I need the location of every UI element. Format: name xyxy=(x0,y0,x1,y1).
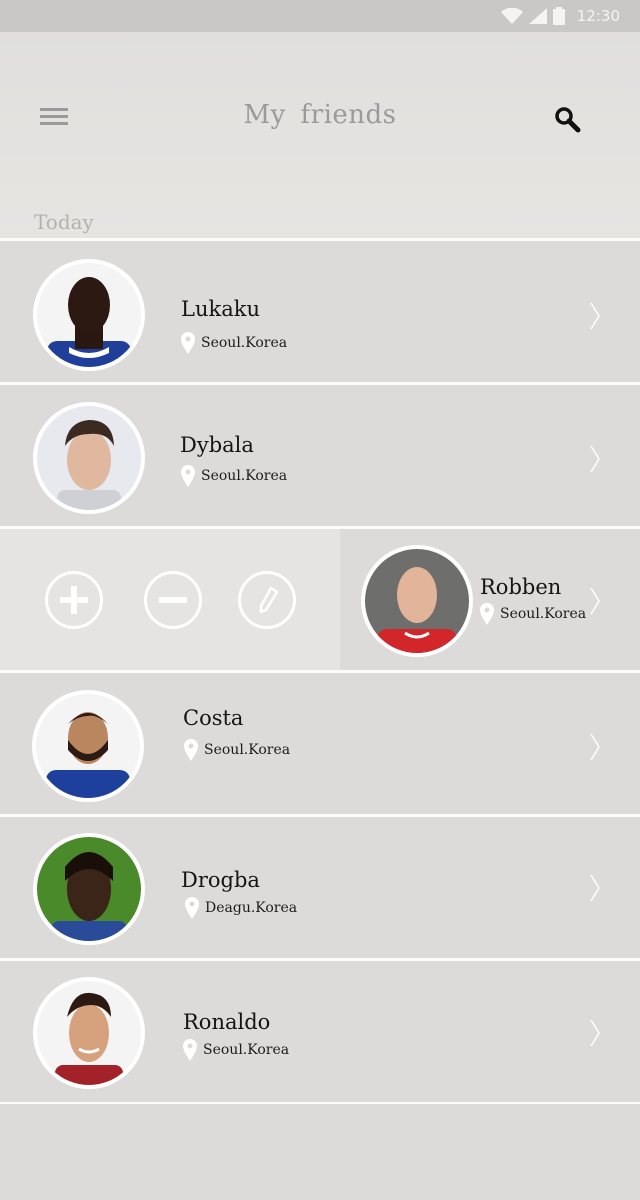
location-text: Seoul.Korea xyxy=(201,468,288,484)
chevron-right-icon[interactable] xyxy=(588,444,602,474)
friend-name: Robben xyxy=(480,575,562,599)
section-label-today: Today xyxy=(34,210,94,234)
friend-location: Seoul.Korea xyxy=(181,332,287,354)
friend-row-costa[interactable]: Costa Seoul.Korea xyxy=(0,673,640,814)
chevron-right-icon[interactable] xyxy=(588,1018,602,1048)
signal-icon xyxy=(528,8,547,24)
location-text: Seoul.Korea xyxy=(500,606,587,622)
minus-icon xyxy=(159,597,187,603)
remove-friend-button[interactable] xyxy=(144,571,202,629)
avatar xyxy=(33,833,145,945)
battery-icon xyxy=(552,7,565,25)
swipe-actions xyxy=(0,529,340,670)
friend-row-lukaku[interactable]: Lukaku Seoul.Korea xyxy=(0,241,640,382)
friend-location: Seoul.Korea xyxy=(184,739,290,761)
avatar xyxy=(33,259,145,371)
chevron-right-icon[interactable] xyxy=(588,873,602,903)
friend-location: Seoul.Korea xyxy=(183,1039,289,1061)
friend-row-ronaldo[interactable]: Ronaldo Seoul.Korea xyxy=(0,961,640,1102)
location-pin-icon xyxy=(185,897,199,919)
chevron-right-icon[interactable] xyxy=(588,732,602,762)
plus-icon xyxy=(60,586,88,614)
status-bar: 12:30 xyxy=(0,0,640,32)
friend-name: Costa xyxy=(183,706,244,730)
avatar xyxy=(32,690,144,802)
location-pin-icon xyxy=(480,603,494,625)
friend-row-robben[interactable]: Robben Seoul.Korea xyxy=(0,529,640,670)
location-text: Deagu.Korea xyxy=(205,900,298,916)
page-title: My friends xyxy=(243,100,397,130)
pencil-icon xyxy=(259,586,279,614)
friend-location: Deagu.Korea xyxy=(185,897,297,919)
location-pin-icon xyxy=(181,332,195,354)
edit-friend-button[interactable] xyxy=(238,571,296,629)
friend-name: Drogba xyxy=(181,868,260,892)
empty-list-area xyxy=(0,1104,640,1200)
location-text: Seoul.Korea xyxy=(204,742,291,758)
avatar xyxy=(33,402,145,514)
avatar xyxy=(361,545,473,657)
avatar xyxy=(33,977,145,1089)
friend-row-drogba[interactable]: Drogba Deagu.Korea xyxy=(0,817,640,958)
status-time: 12:30 xyxy=(576,7,620,25)
location-text: Seoul.Korea xyxy=(201,335,288,351)
friend-location: Seoul.Korea xyxy=(480,603,586,625)
friend-name: Dybala xyxy=(180,433,254,457)
friend-row-dybala[interactable]: Dybala Seoul.Korea xyxy=(0,385,640,526)
search-icon[interactable] xyxy=(552,104,584,136)
friend-name: Ronaldo xyxy=(183,1010,271,1034)
status-icons: 12:30 xyxy=(500,5,620,27)
friend-name: Lukaku xyxy=(181,297,260,321)
add-friend-button[interactable] xyxy=(45,571,103,629)
location-pin-icon xyxy=(184,739,198,761)
chevron-right-icon[interactable] xyxy=(588,586,602,616)
friend-location: Seoul.Korea xyxy=(181,465,287,487)
location-pin-icon xyxy=(183,1039,197,1061)
chevron-right-icon[interactable] xyxy=(588,301,602,331)
wifi-icon xyxy=(500,8,523,24)
location-text: Seoul.Korea xyxy=(203,1042,290,1058)
location-pin-icon xyxy=(181,465,195,487)
app-header: My friends Today xyxy=(0,32,640,238)
